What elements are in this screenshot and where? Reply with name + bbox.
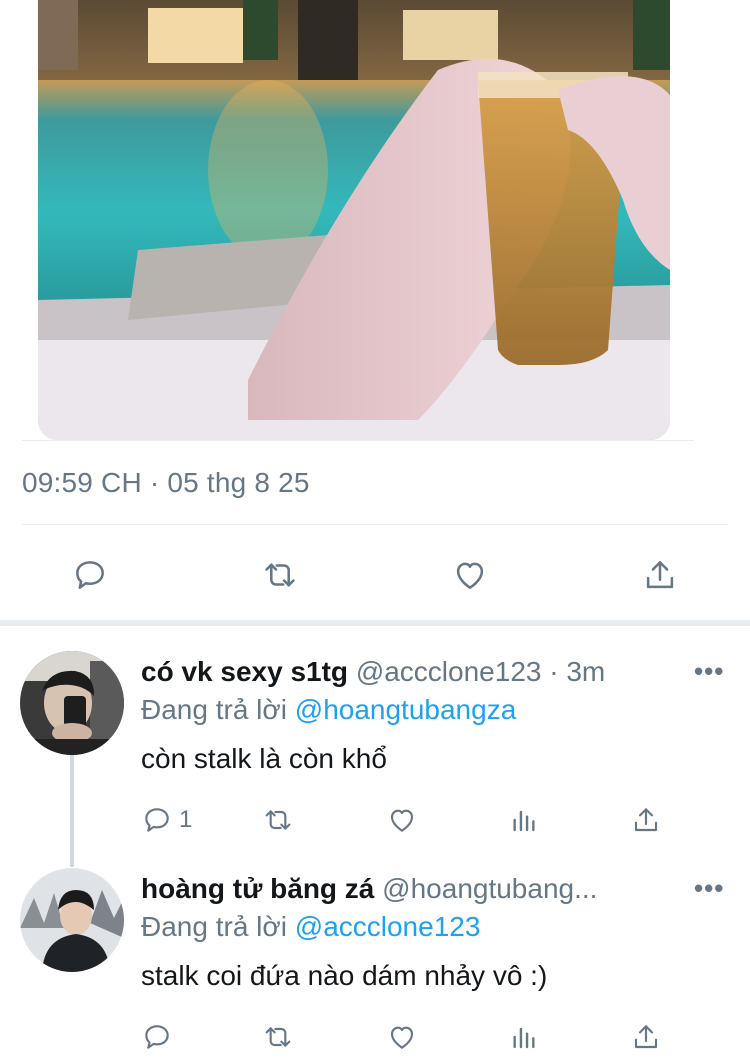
handle[interactable]: @accclone123	[356, 656, 542, 687]
section-separator	[0, 620, 750, 626]
replying-label: Đang trả lời	[141, 694, 287, 725]
replying-to: Đang trả lời @accclone123	[141, 911, 480, 943]
share-icon	[646, 561, 674, 589]
replying-to: Đang trả lời @hoangtubangza	[141, 694, 516, 726]
reply-author[interactable]: có vk sexy s1tg @accclone123 · 3m	[141, 656, 696, 688]
more-button[interactable]: •••	[694, 873, 724, 904]
more-icon: •••	[694, 873, 725, 903]
reply-text: stalk coi đứa nào dám nhảy vô :)	[141, 960, 548, 991]
handle[interactable]: @hoangtubang...	[382, 873, 597, 904]
thread-connector	[70, 755, 74, 867]
tweet-photo[interactable]	[38, 0, 670, 440]
analytics-button[interactable]	[508, 1019, 540, 1055]
avatar[interactable]	[20, 868, 124, 972]
like-button[interactable]	[386, 1019, 418, 1055]
retweet-button[interactable]	[260, 555, 300, 595]
analytics-icon	[513, 810, 535, 832]
display-name[interactable]: có vk sexy s1tg	[141, 656, 348, 687]
heart-icon	[390, 809, 414, 832]
analytics-icon	[513, 1027, 535, 1049]
retweet-icon	[265, 1027, 291, 1047]
retweet-button[interactable]	[262, 1019, 294, 1055]
reply-text: còn stalk là còn khổ	[141, 743, 387, 774]
heart-icon	[390, 1026, 414, 1049]
share-button[interactable]	[630, 802, 662, 838]
reply-button[interactable]	[141, 1019, 173, 1055]
like-button[interactable]	[450, 555, 490, 595]
reply-count: 1	[179, 806, 193, 833]
heart-icon	[456, 562, 484, 589]
share-button[interactable]	[640, 555, 680, 595]
reply-icon	[145, 808, 169, 832]
more-icon: •••	[694, 656, 725, 686]
more-button[interactable]: •••	[694, 656, 724, 687]
reply-button[interactable]: 1	[141, 802, 192, 838]
avatar[interactable]	[20, 651, 124, 755]
reply-time: · 3m	[549, 656, 606, 687]
mention-link[interactable]: @hoangtubangza	[295, 694, 517, 725]
reply-icon	[76, 561, 104, 589]
retweet-icon	[265, 810, 291, 830]
retweet-button[interactable]	[262, 802, 294, 838]
share-icon	[634, 808, 658, 832]
like-button[interactable]	[386, 802, 418, 838]
display-name[interactable]: hoàng tử băng zá	[141, 873, 374, 904]
share-button[interactable]	[630, 1019, 662, 1055]
share-icon	[634, 1025, 658, 1049]
analytics-button[interactable]	[508, 802, 540, 838]
mention-link[interactable]: @accclone123	[295, 911, 481, 942]
reply-icon	[145, 1025, 169, 1049]
retweet-icon	[265, 563, 295, 587]
divider	[22, 524, 728, 525]
tweet-timestamp: 09:59 CH · 05 thg 8 25	[22, 467, 310, 498]
reply-button[interactable]	[70, 555, 110, 595]
media-divider	[22, 440, 694, 441]
reply-author[interactable]: hoàng tử băng zá @hoangtubang...	[141, 873, 696, 905]
replying-label: Đang trả lời	[141, 911, 287, 942]
